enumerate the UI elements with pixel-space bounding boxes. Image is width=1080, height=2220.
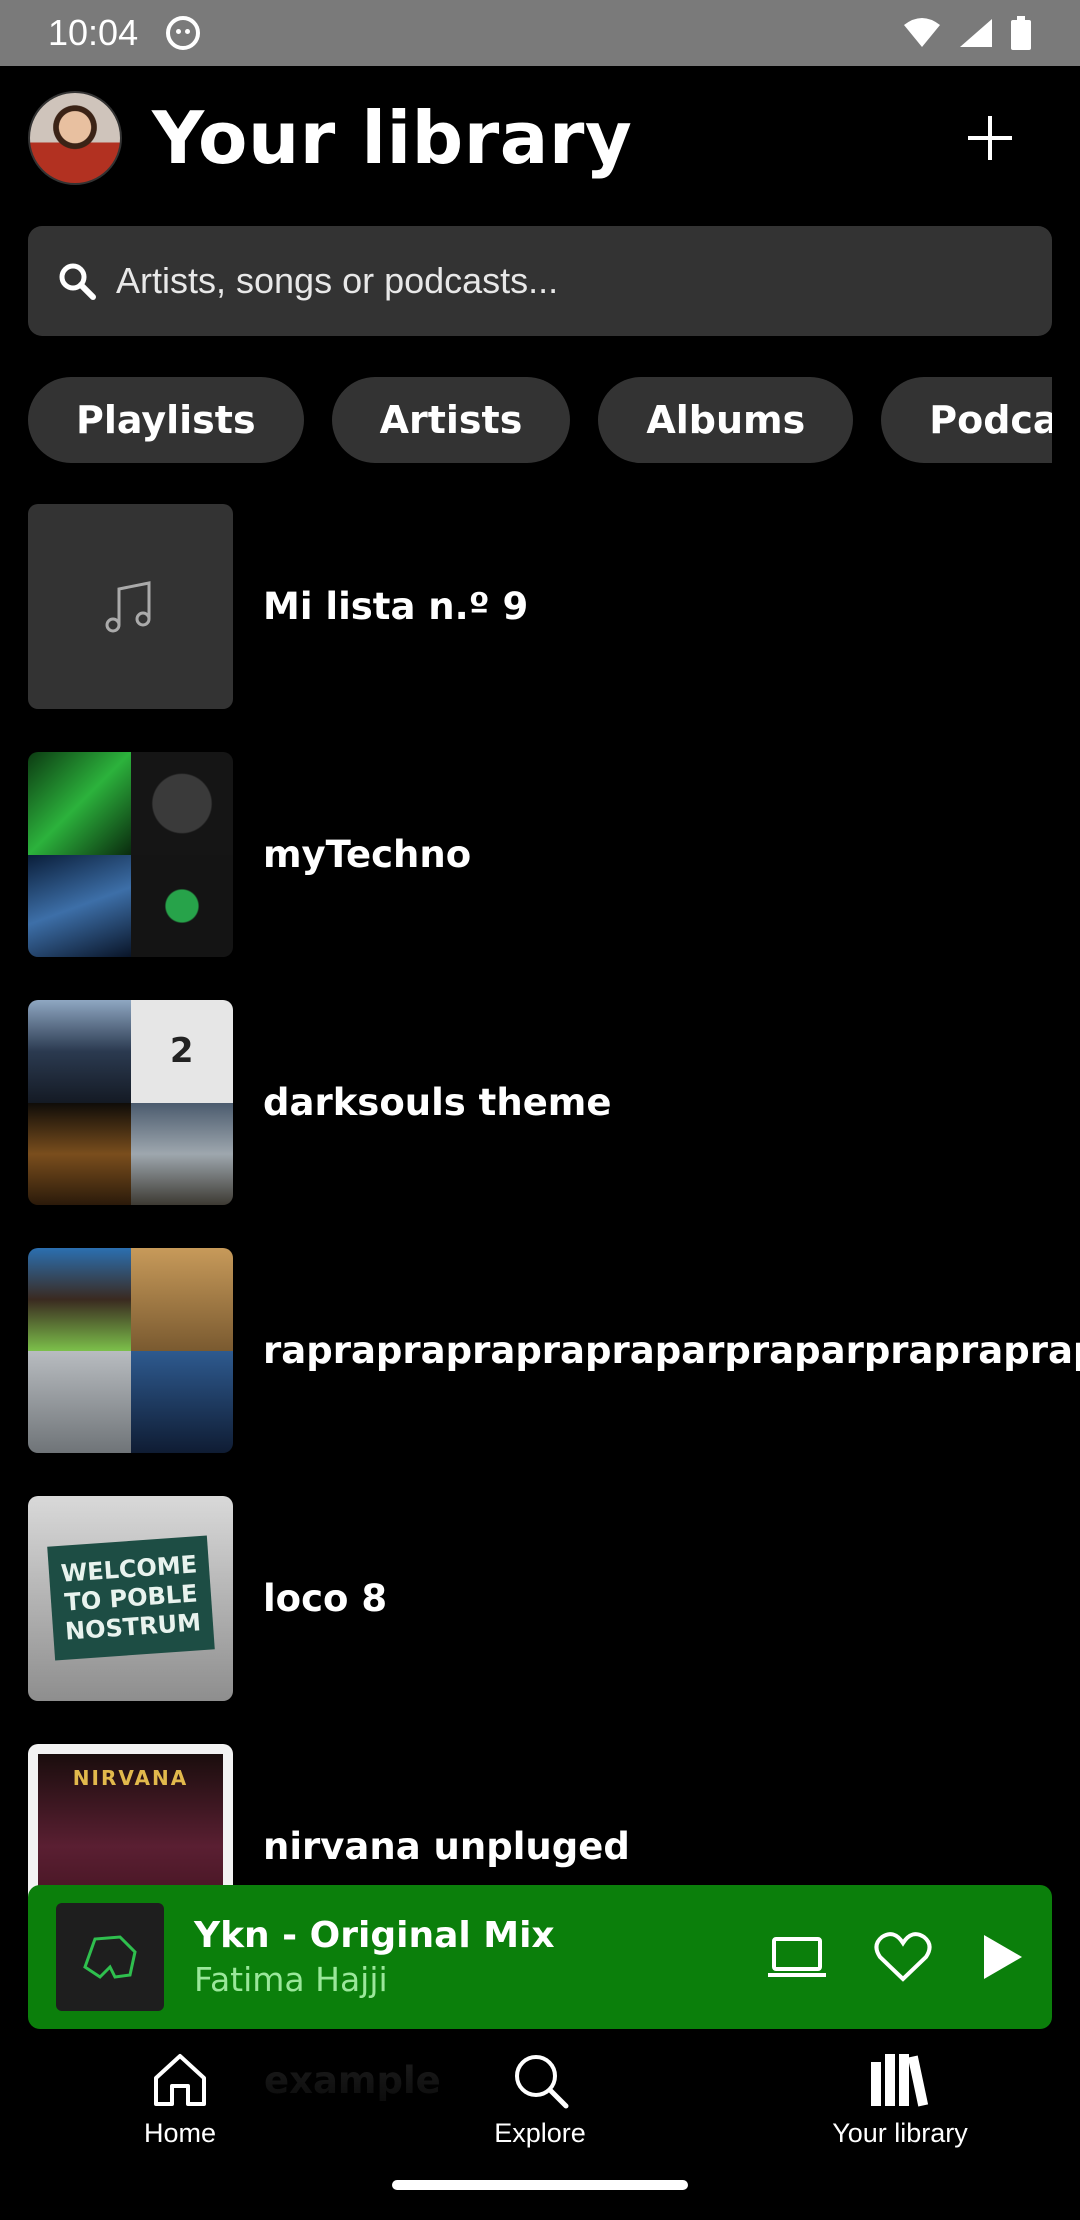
nav-your-library[interactable]: Your library [780, 2050, 1020, 2149]
list-item[interactable]: rapraprapraprapraparpraparpraprapraprapr… [28, 1248, 1080, 1453]
battery-icon [1011, 16, 1031, 50]
status-icons [902, 16, 1032, 50]
now-playing-cover [56, 1903, 164, 2011]
add-button[interactable] [964, 112, 1016, 164]
now-playing-track: Ykn - Original Mix [194, 1915, 555, 1956]
playlist-cover: WELCOME TO POBLE NOSTRUM [28, 1496, 233, 1701]
heart-icon[interactable] [874, 1931, 932, 1983]
list-item-title: darksouls theme [263, 1081, 612, 1124]
now-playing-artist: Fatima Hajji [194, 1960, 388, 1999]
search-input[interactable] [114, 259, 1022, 303]
playlist-cover: 2 [28, 1000, 233, 1205]
play-icon[interactable] [980, 1933, 1024, 1981]
filter-chips: Playlists Artists Albums Podcasts [28, 377, 1052, 463]
nav-home[interactable]: Home [60, 2050, 300, 2149]
nav-your-library-label: Your library [832, 2118, 968, 2148]
nav-explore-label: Explore [494, 2118, 586, 2148]
filter-albums-chip[interactable]: Albums [598, 377, 854, 463]
playlist-cover [28, 1248, 233, 1453]
filter-playlists-chip[interactable]: Playlists [28, 377, 304, 463]
devices-icon[interactable] [768, 1935, 826, 1979]
search-icon [59, 263, 96, 300]
filter-podcasts-chip[interactable]: Podcasts [881, 377, 1052, 463]
cover-art-text: NIRVANA [72, 1766, 189, 1790]
filter-artists-chip[interactable]: Artists [331, 377, 571, 463]
signal-icon [960, 19, 992, 47]
elephant-art-icon [83, 1935, 137, 1979]
list-item-title: myTechno [263, 833, 472, 876]
music-note-icon [105, 580, 150, 632]
player-actions [768, 1931, 1024, 1983]
wifi-icon [904, 18, 940, 47]
list-item[interactable]: WELCOME TO POBLE NOSTRUM loco 8 [28, 1496, 1080, 1701]
list-item-title: rapraprapraprapraparpraparpraprapraprapr… [263, 1329, 1080, 1372]
status-bar: 10:04 [0, 0, 1080, 66]
home-icon [154, 2054, 206, 2106]
list-item[interactable]: 2 darksouls theme [28, 1000, 1080, 1205]
library-header: Your library [28, 88, 1052, 188]
notification-icon [166, 16, 201, 50]
nav-home-label: Home [143, 2118, 217, 2148]
search-bar[interactable] [28, 226, 1052, 336]
mini-player[interactable]: Ykn - Original Mix Fatima Hajji [28, 1885, 1052, 2029]
page-title: Your library [152, 96, 633, 180]
list-item-title: loco 8 [263, 1577, 388, 1620]
list-item[interactable]: myTechno [28, 752, 1080, 957]
nav-explore[interactable]: Explore [420, 2050, 660, 2149]
list-item-title: nirvana unpluged [263, 1825, 630, 1868]
avatar[interactable] [28, 91, 122, 185]
library-list: Mi lista n.º 9 myTechno 2 darksouls them… [28, 504, 1080, 1992]
search-icon [515, 2055, 569, 2109]
list-item[interactable]: Mi lista n.º 9 [28, 504, 1080, 709]
list-item-title: Mi lista n.º 9 [263, 585, 529, 628]
playlist-cover [28, 752, 233, 957]
cover-art-text: WELCOME TO POBLE NOSTRUM [46, 1535, 215, 1662]
library-icon [871, 2054, 929, 2107]
now-playing-text: Ykn - Original Mix Fatima Hajji [194, 1915, 768, 1999]
playlist-cover [28, 504, 233, 709]
home-indicator[interactable] [392, 2180, 688, 2190]
bottom-navigation: Home Explore Your library [0, 2030, 1080, 2220]
status-time: 10:04 [48, 12, 139, 53]
